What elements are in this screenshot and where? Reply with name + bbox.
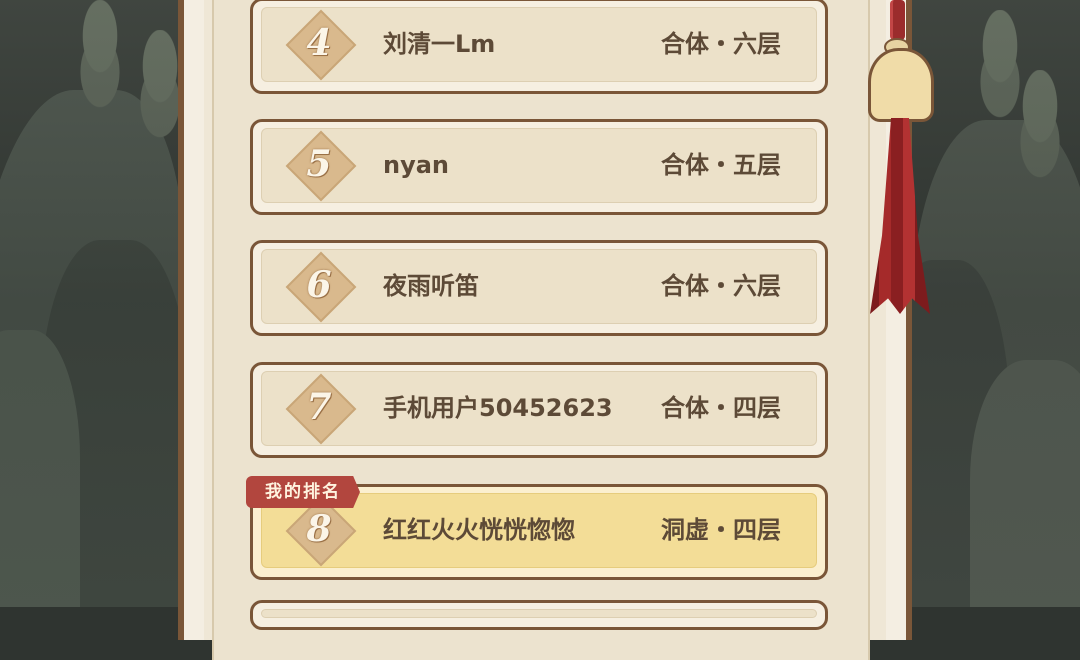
player-name: 红红火火恍恍惚惚 [383, 516, 575, 544]
ranking-row[interactable]: 7 手机用户50452623 合体・四层 [250, 362, 828, 458]
player-realm: 合体・五层 [661, 151, 781, 179]
player-name: nyan [383, 151, 450, 179]
rank-number: 6 [306, 264, 332, 306]
rank-number: 8 [306, 508, 332, 550]
ranking-row[interactable]: 6 夜雨听笛 合体・六层 [250, 240, 828, 336]
ranking-row-partial[interactable] [250, 600, 828, 630]
player-realm: 合体・六层 [661, 272, 781, 300]
ranking-row[interactable]: 4 刘清一Lm 合体・六层 [250, 0, 828, 94]
my-rank-badge: 我的排名 [246, 476, 360, 508]
player-realm: 合体・四层 [661, 394, 781, 422]
player-realm: 洞虚・四层 [661, 516, 781, 544]
rank-number: 4 [306, 22, 332, 64]
player-name: 刘清一Lm [383, 30, 496, 58]
ranking-row[interactable]: 5 nyan 合体・五层 [250, 119, 828, 215]
player-name: 夜雨听笛 [383, 272, 479, 300]
bell-tassel-icon [860, 0, 950, 320]
rank-number: 7 [306, 386, 332, 428]
rank-number: 5 [306, 143, 332, 185]
player-name: 手机用户50452623 [383, 394, 613, 422]
player-realm: 合体・六层 [661, 30, 781, 58]
